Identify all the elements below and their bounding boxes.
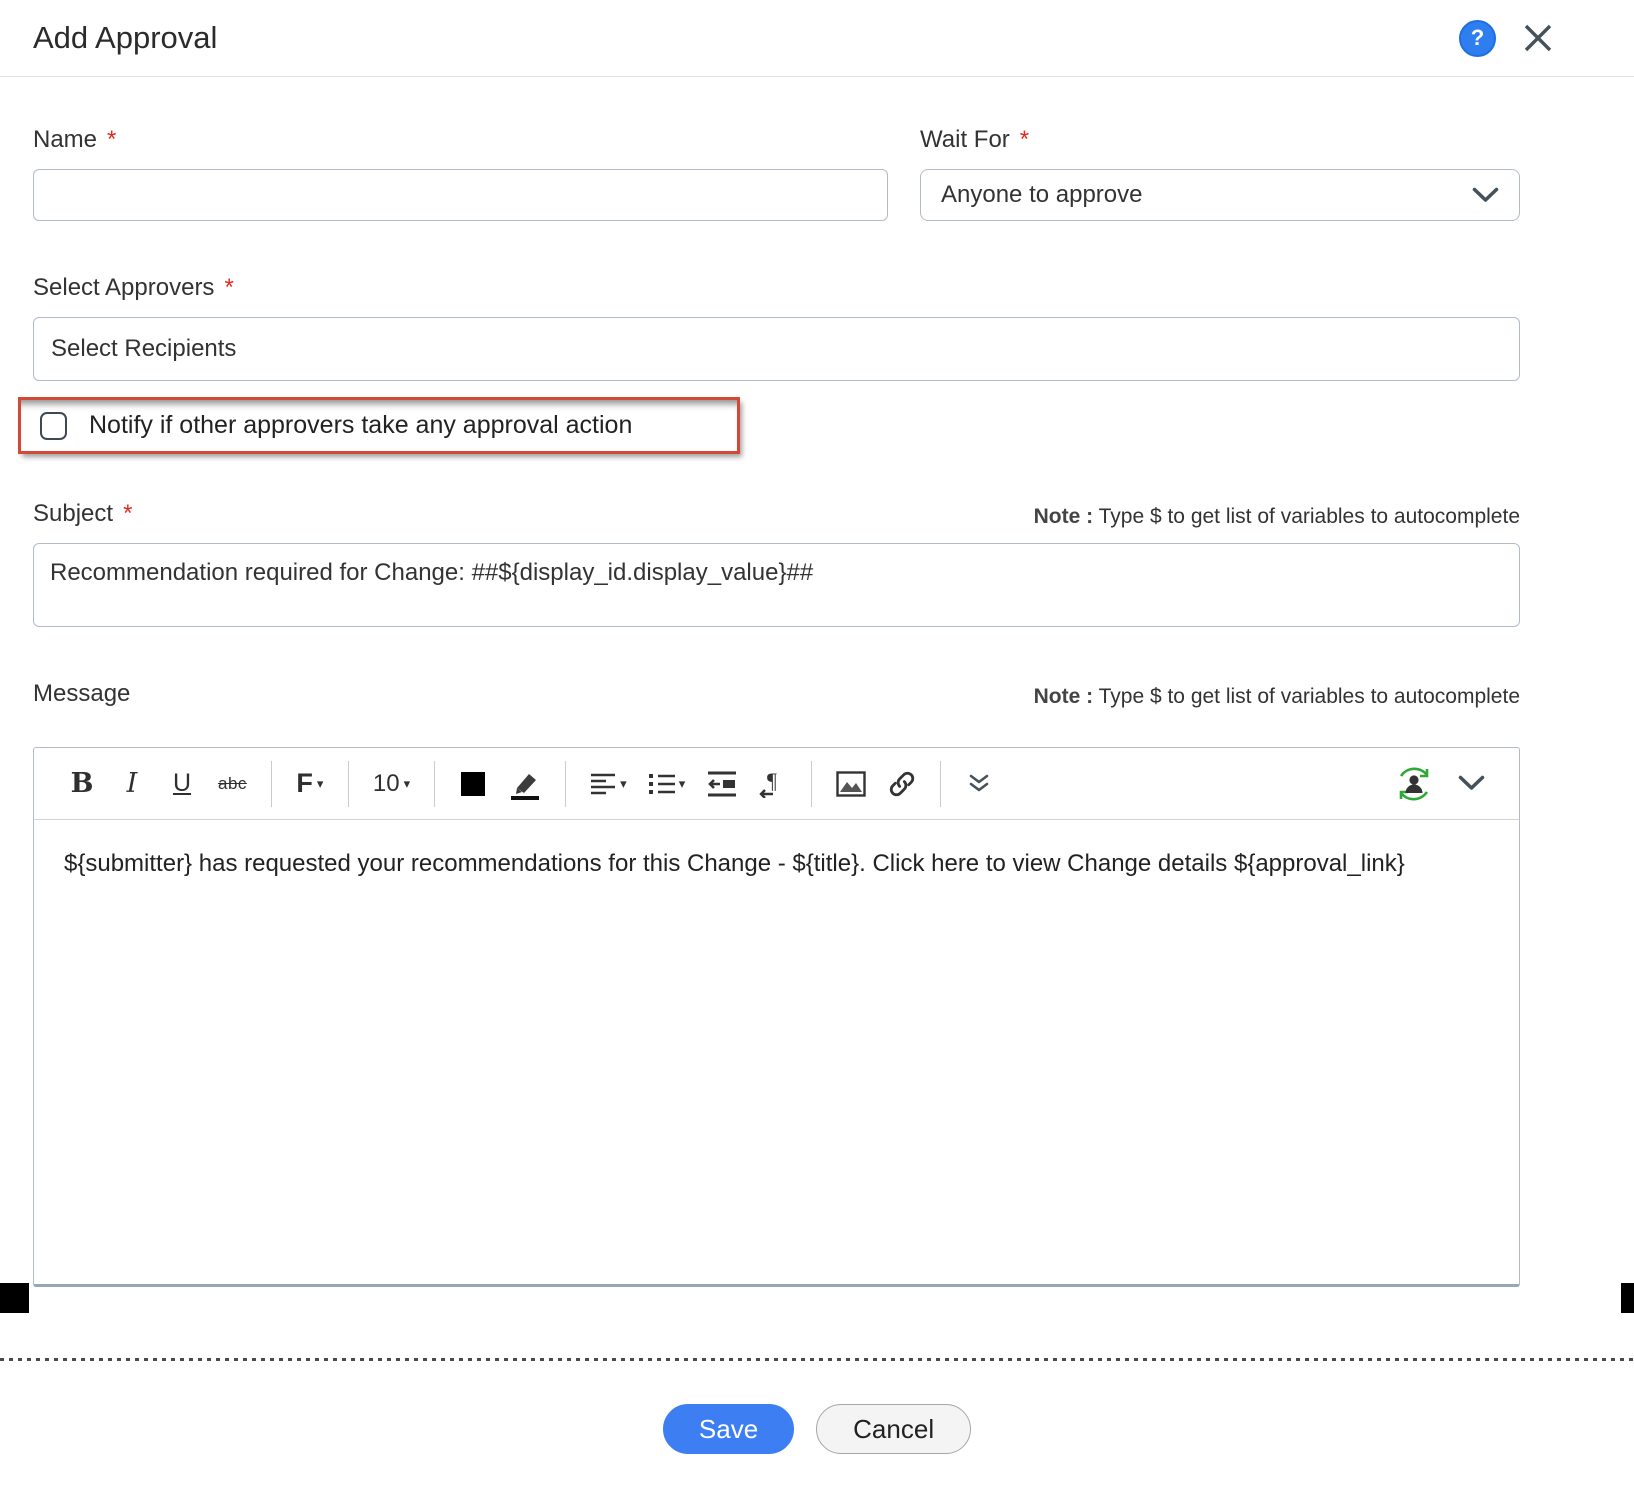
double-chevron-down-icon — [968, 774, 990, 794]
text-color-icon — [461, 772, 485, 796]
collapse-toolbar-button[interactable] — [1451, 760, 1491, 808]
footer-buttons: Save Cancel — [0, 1404, 1634, 1454]
highlight-button[interactable] — [503, 760, 547, 808]
svg-text:¶: ¶ — [767, 770, 777, 793]
notify-checkbox[interactable] — [40, 412, 67, 440]
link-icon — [888, 770, 916, 798]
message-autocomplete-note: Note : Type $ to get list of variables t… — [1034, 685, 1520, 709]
italic-button[interactable]: I — [112, 760, 152, 808]
question-mark-icon: ? — [1471, 25, 1484, 51]
strikethrough-button[interactable]: abc — [212, 760, 253, 808]
insert-link-button[interactable] — [882, 760, 922, 808]
approvers-input[interactable]: Select Recipients — [33, 317, 1520, 381]
wait-for-select[interactable]: Anyone to approve — [920, 169, 1520, 221]
notify-checkbox-label: Notify if other approvers take any appro… — [89, 411, 632, 440]
font-family-button[interactable]: F▾ — [290, 760, 330, 808]
required-asterisk: * — [123, 500, 132, 527]
bold-button[interactable]: B — [62, 760, 102, 808]
approvers-placeholder: Select Recipients — [51, 335, 236, 363]
page-title: Add Approval — [33, 20, 1459, 56]
bullet-list-icon — [649, 772, 675, 796]
select-approvers-label: Select Approvers* — [33, 273, 1520, 303]
name-label: Name* — [33, 125, 888, 155]
save-button[interactable]: Save — [663, 1404, 794, 1454]
list-button[interactable]: ▾ — [643, 760, 692, 808]
toolbar-separator — [434, 761, 435, 807]
caret-down-icon: ▾ — [620, 779, 627, 789]
paragraph-direction-icon: ¶ — [759, 770, 787, 798]
user-sync-icon — [1393, 763, 1435, 805]
more-options-button[interactable] — [959, 760, 999, 808]
highlighter-icon — [509, 768, 541, 800]
caret-down-icon: ▾ — [679, 779, 686, 789]
insert-image-button[interactable] — [830, 760, 872, 808]
text-color-button[interactable] — [453, 760, 493, 808]
align-button[interactable]: ▾ — [584, 760, 633, 808]
notify-option-highlight: Notify if other approvers take any appro… — [18, 397, 740, 454]
required-asterisk: * — [1020, 126, 1029, 153]
chevron-down-icon — [1458, 775, 1485, 792]
image-icon — [836, 771, 866, 797]
insert-user-variable-button[interactable] — [1387, 760, 1441, 808]
cancel-button[interactable]: Cancel — [816, 1404, 971, 1454]
chevron-down-icon — [1472, 187, 1499, 204]
message-editor: B I U abc F▾ 10▾ — [33, 747, 1520, 1287]
message-input[interactable]: ${submitter} has requested your recommen… — [34, 820, 1519, 1284]
dialog-body: Name* Wait For* Anyone to approve Select… — [0, 125, 1634, 1287]
toolbar-separator — [565, 761, 566, 807]
editor-toolbar: B I U abc F▾ 10▾ — [34, 748, 1519, 820]
required-asterisk: * — [224, 274, 233, 301]
toolbar-separator — [271, 761, 272, 807]
close-button[interactable] — [1520, 20, 1556, 56]
outdent-icon — [707, 771, 737, 797]
font-size-button[interactable]: 10▾ — [367, 760, 416, 808]
scrollbar-artifact-left — [0, 1283, 29, 1313]
close-icon — [1522, 22, 1554, 54]
subject-input[interactable]: Recommendation required for Change: ##${… — [33, 543, 1520, 627]
toolbar-separator — [811, 761, 812, 807]
dialog-header: Add Approval ? — [0, 0, 1634, 77]
footer-divider — [0, 1358, 1634, 1361]
caret-down-icon: ▾ — [404, 779, 411, 789]
subject-autocomplete-note: Note : Type $ to get list of variables t… — [1034, 505, 1520, 529]
required-asterisk: * — [107, 126, 116, 153]
toolbar-separator — [940, 761, 941, 807]
toolbar-separator — [348, 761, 349, 807]
wait-for-selected-value: Anyone to approve — [941, 181, 1472, 209]
paragraph-direction-button[interactable]: ¶ — [753, 760, 793, 808]
name-input[interactable] — [33, 169, 888, 221]
help-button[interactable]: ? — [1459, 20, 1496, 57]
wait-for-label: Wait For* — [920, 125, 1520, 155]
caret-down-icon: ▾ — [317, 779, 324, 789]
underline-button[interactable]: U — [162, 760, 202, 808]
message-label: Message — [33, 679, 130, 709]
outdent-button[interactable] — [701, 760, 743, 808]
align-left-icon — [590, 772, 616, 796]
subject-label: Subject* — [33, 499, 132, 529]
scrollbar-artifact-right — [1621, 1283, 1634, 1313]
